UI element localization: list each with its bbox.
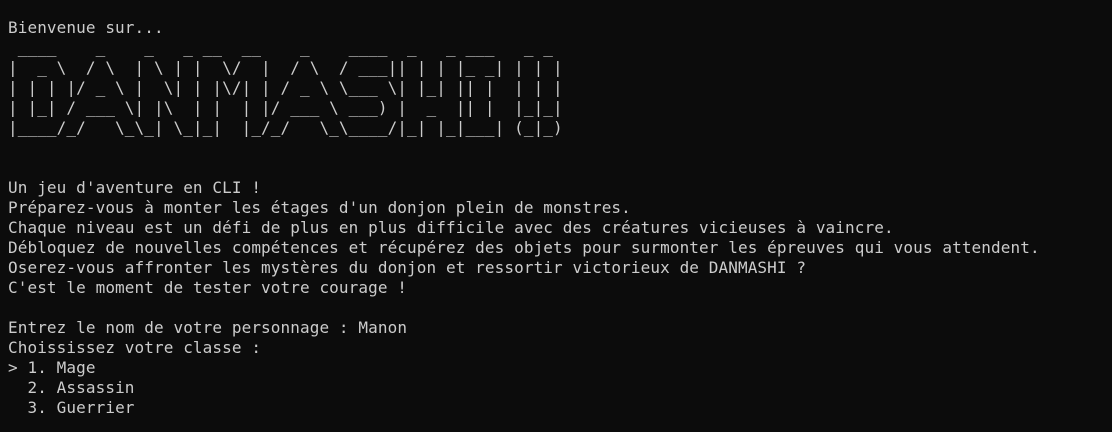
intro-text: Un jeu d'aventure en CLI ! Préparez-vous… — [8, 178, 1104, 298]
name-prompt: Entrez le nom de votre personnage : Mano… — [8, 318, 1104, 338]
ascii-logo-line-2: | _ \ / \ | \ | | \/ | / \ / ___|| | | |… — [8, 58, 563, 77]
intro-line: Débloquez de nouvelles compétences et ré… — [8, 238, 1040, 257]
class-option-label: 3. Guerrier — [27, 398, 135, 417]
class-option-mage[interactable]: > 1. Mage — [8, 358, 1104, 378]
selection-cursor: > — [8, 358, 28, 377]
intro-line: Un jeu d'aventure en CLI ! — [8, 178, 262, 197]
name-prompt-label: Entrez le nom de votre personnage : — [8, 318, 359, 337]
intro-line: Chaque niveau est un défi de plus en plu… — [8, 218, 894, 237]
intro-line: C'est le moment de tester votre courage … — [8, 278, 408, 297]
ascii-logo-line-4: | |_| / ___ \| |\ | | | |/ ___ \ ___) | … — [8, 98, 563, 117]
welcome-text: Bienvenue sur... — [8, 18, 164, 37]
class-menu: > 1. Mage 2. Assassin 3. Guerrier — [8, 358, 1104, 418]
class-option-assassin[interactable]: 2. Assassin — [8, 378, 1104, 398]
ascii-logo-line-1: ____ _ _ _ __ __ _ ____ _ _ ___ _ _ — [8, 38, 563, 57]
ascii-logo-line-5: |____/_/ \_\_| \_|_| |_/_/ \_\____/|_| |… — [8, 118, 563, 137]
ascii-logo: ____ _ _ _ __ __ _ ____ _ _ ___ _ _ | _ … — [8, 38, 1104, 138]
ascii-logo-line-3: | | | |/ _ \ | \| | |\/| | / _ \ \___ \|… — [8, 78, 563, 97]
class-option-label: 1. Mage — [27, 358, 96, 377]
character-name-input[interactable]: Manon — [358, 318, 407, 337]
selection-cursor — [8, 398, 27, 417]
class-option-guerrier[interactable]: 3. Guerrier — [8, 398, 1104, 418]
class-prompt: Choississez votre classe : — [8, 338, 262, 357]
class-option-label: 2. Assassin — [27, 378, 135, 397]
intro-line: Préparez-vous à monter les étages d'un d… — [8, 198, 631, 217]
terminal-window[interactable]: Bienvenue sur... ____ _ _ _ __ __ _ ____… — [0, 0, 1112, 432]
selection-cursor — [8, 378, 27, 397]
intro-line: Oserez-vous affronter les mystères du do… — [8, 258, 807, 277]
